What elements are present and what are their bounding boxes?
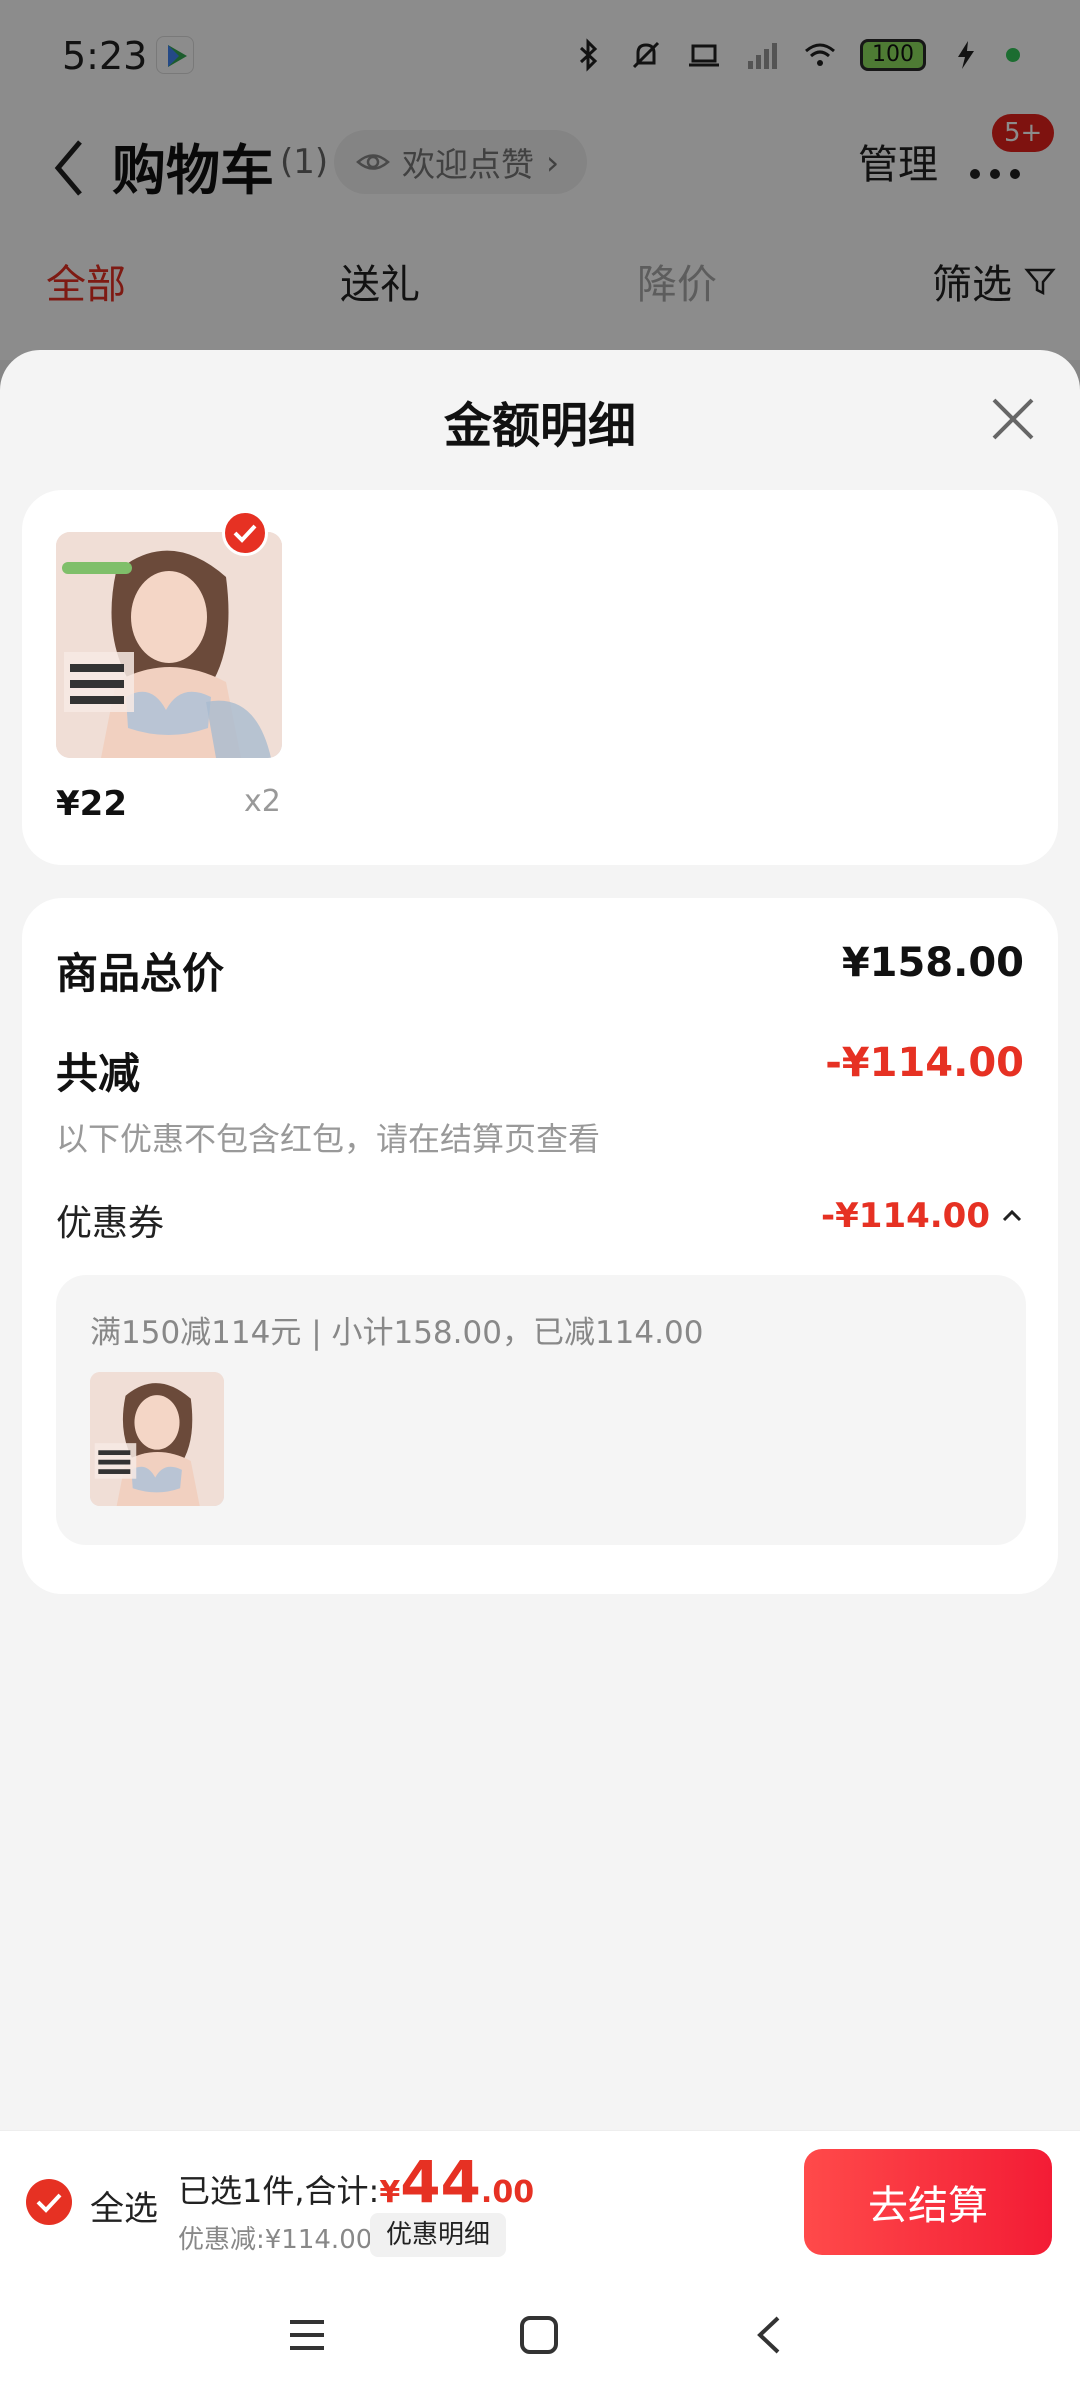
summary-currency: ¥ — [379, 2175, 401, 2210]
total-value: ¥158.00 — [841, 940, 1024, 986]
nav-back-icon[interactable] — [746, 2310, 796, 2360]
summary-amount: 44 — [400, 2148, 481, 2216]
coupon-product-photo — [90, 1372, 224, 1506]
price-details-card: 商品总价 ¥158.00 共减 -¥114.00 以下优惠不包含红包，请在结算页… — [22, 898, 1058, 1594]
coupon-value-wrap: -¥114.00 — [821, 1196, 1024, 1236]
reduction-row: 共减 -¥114.00 — [56, 1040, 1024, 1101]
coupon-detail-box: 满150减114元 | 小计158.00，已减114.00 — [56, 1275, 1026, 1545]
summary-prefix: 已选1件,合计: — [178, 2172, 380, 2210]
reduction-value: -¥114.00 — [825, 1040, 1024, 1086]
check-icon[interactable] — [222, 510, 268, 556]
coupon-value: -¥114.00 — [821, 1196, 990, 1236]
products-card: ¥22 x2 — [22, 490, 1058, 865]
system-nav-bar — [0, 2270, 1080, 2400]
discount-detail-button[interactable]: 优惠明细 — [370, 2213, 507, 2257]
summary-decimals: .00 — [480, 2175, 535, 2210]
sheet-title: 金额明细 — [443, 398, 636, 454]
discount-note: 以下优惠不包含红包，请在结算页查看 — [56, 1120, 601, 1158]
coupon-product-image[interactable] — [90, 1372, 224, 1506]
product-price: ¥22 — [56, 784, 127, 824]
coupon-row[interactable]: 优惠券 -¥114.00 — [56, 1194, 1024, 1246]
chevron-up-icon — [1002, 1209, 1022, 1222]
select-all-check-icon[interactable] — [26, 2179, 72, 2225]
close-icon[interactable] — [988, 394, 1038, 444]
coupon-label: 优惠券 — [56, 1203, 165, 1244]
product-image[interactable] — [56, 532, 282, 758]
coupon-rule-text: 满150减114元 | 小计158.00，已减114.00 — [90, 1315, 704, 1351]
reduction-label: 共减 — [56, 1049, 141, 1098]
select-all-label[interactable]: 全选 — [90, 2181, 158, 2230]
product-photo — [56, 532, 282, 758]
total-label: 商品总价 — [56, 949, 225, 998]
discount-summary: 优惠减:¥114.00 — [178, 2225, 373, 2255]
checkout-bar: 全选 已选1件,合计: ¥ 44 .00 优惠减:¥114.00 优惠明细 去结… — [0, 2130, 1080, 2270]
note-row: 以下优惠不包含红包，请在结算页查看 — [56, 1114, 1024, 1160]
menu-icon[interactable] — [282, 2310, 332, 2360]
checkout-button[interactable]: 去结算 — [804, 2149, 1052, 2255]
total-row: 商品总价 ¥158.00 — [56, 940, 1024, 1001]
product-quantity: x2 — [244, 784, 281, 819]
order-summary: 已选1件,合计: ¥ 44 .00 — [178, 2153, 534, 2212]
amount-detail-sheet: 金额明细 ¥22 x2 商品总价 ¥158.00 共减 -¥114.00 以下优… — [0, 350, 1080, 2130]
home-icon[interactable] — [514, 2310, 564, 2360]
